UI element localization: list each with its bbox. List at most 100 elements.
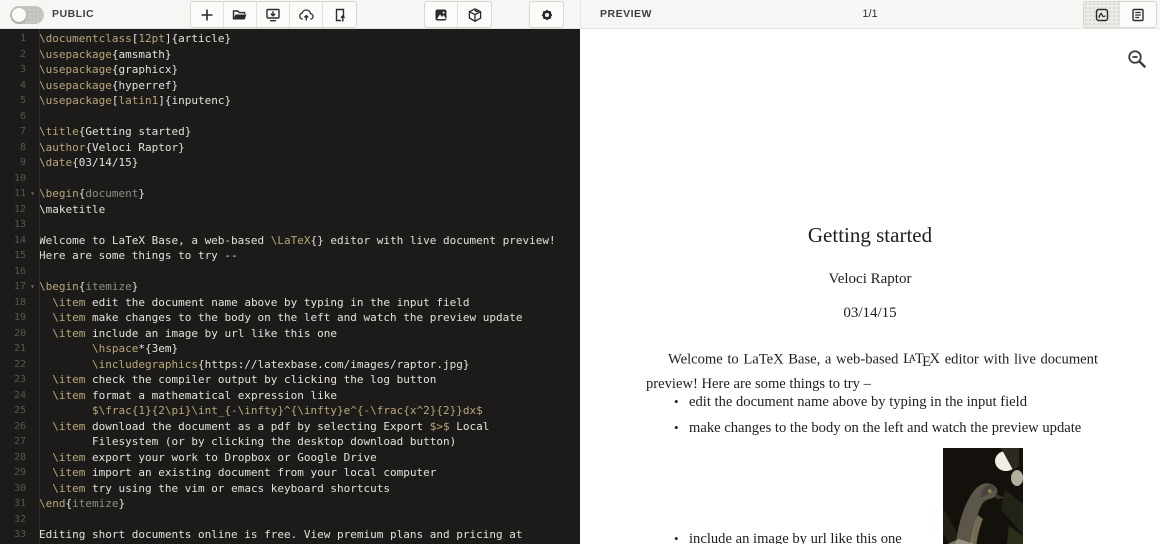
fold-gutter (26, 481, 39, 497)
zoom-out-button[interactable] (1127, 49, 1147, 69)
code-line[interactable]: 19 \item make changes to the body on the… (0, 310, 580, 326)
code-line[interactable]: 24 \item format a mathematical expressio… (0, 388, 580, 404)
cloud-export-button[interactable] (290, 2, 323, 27)
line-number: 19 (0, 310, 26, 326)
code-line[interactable]: 15Here are some things to try -- (0, 248, 580, 264)
line-number: 15 (0, 248, 26, 264)
line-number: 28 (0, 450, 26, 466)
document-actions-group (190, 1, 357, 28)
code-text: \date{03/14/15} (39, 155, 138, 171)
fold-gutter (26, 264, 39, 280)
packages-button[interactable] (458, 2, 491, 27)
code-line[interactable]: 8\author{Veloci Raptor} (0, 140, 580, 156)
code-line[interactable]: 13 (0, 217, 580, 233)
cloud-upload-icon (298, 7, 315, 23)
settings-button[interactable] (530, 2, 563, 27)
line-number: 9 (0, 155, 26, 171)
code-text: \hspace*{3em} (39, 341, 178, 357)
line-number: 27 (0, 434, 26, 450)
code-text: \author{Veloci Raptor} (39, 140, 185, 156)
code-line[interactable]: 7\title{Getting started} (0, 124, 580, 140)
code-line[interactable]: 3\usepackage{graphicx} (0, 62, 580, 78)
fold-gutter (26, 233, 39, 249)
code-line[interactable]: 14Welcome to LaTeX Base, a web-based \La… (0, 233, 580, 249)
code-lines: 1\documentclass[12pt]{article}2\usepacka… (0, 29, 580, 544)
document-title: Getting started (580, 223, 1160, 248)
code-line[interactable]: 2\usepackage{amsmath} (0, 47, 580, 63)
fold-gutter (26, 341, 39, 357)
code-editor[interactable]: 1\documentclass[12pt]{article}2\usepacka… (0, 29, 580, 544)
code-line[interactable]: 27 Filesystem (or by clicking the deskto… (0, 434, 580, 450)
code-line[interactable]: 29 \item import an existing document fro… (0, 465, 580, 481)
code-line[interactable]: 31\end{itemize} (0, 496, 580, 512)
fold-gutter (26, 512, 39, 528)
code-text: \begin{document} (39, 186, 145, 202)
code-text: \end{itemize} (39, 496, 125, 512)
line-number: 12 (0, 202, 26, 218)
code-line[interactable]: 5\usepackage[latin1]{inputenc} (0, 93, 580, 109)
line-number: 1 (0, 31, 26, 47)
public-label: PUBLIC (52, 0, 94, 29)
code-text: \item edit the document name above by ty… (39, 295, 469, 311)
public-toggle[interactable] (10, 6, 44, 24)
fold-gutter (26, 140, 39, 156)
code-text: \usepackage{hyperref} (39, 78, 178, 94)
preview-pdf-button[interactable] (1084, 2, 1120, 27)
line-number: 4 (0, 78, 26, 94)
fold-gutter (26, 217, 39, 233)
zoom-out-icon (1127, 49, 1147, 69)
code-text: \item check the compiler output by click… (39, 372, 436, 388)
code-line[interactable]: 32 (0, 512, 580, 528)
fold-gutter (26, 93, 39, 109)
preview-label: PREVIEW (600, 0, 652, 29)
code-text: \item download the document as a pdf by … (39, 419, 489, 435)
open-document-button[interactable] (224, 2, 257, 27)
code-text: \item try using the vim or emacs keyboar… (39, 481, 390, 497)
code-text: \item import an existing document from y… (39, 465, 436, 481)
code-text: \title{Getting started} (39, 124, 191, 140)
preview-log-button[interactable] (1120, 2, 1156, 27)
paragraph-text: Welcome to LaTeX Base, a web-based (668, 351, 903, 367)
import-document-button[interactable] (323, 2, 356, 27)
line-number: 11 (0, 186, 26, 202)
bullet-item: •edit the document name above by typing … (674, 394, 1027, 411)
bullet-dot: • (674, 531, 689, 544)
code-line[interactable]: 1 \documentclass[12pt]{article} (0, 31, 580, 47)
insert-image-button[interactable] (425, 2, 458, 27)
code-line[interactable]: 11▾\begin{document} (0, 186, 580, 202)
line-number: 13 (0, 217, 26, 233)
code-line[interactable]: 10 (0, 171, 580, 187)
fold-arrow-icon[interactable]: ▾ (26, 279, 39, 295)
code-line[interactable]: 23 \item check the compiler output by cl… (0, 372, 580, 388)
fold-gutter (26, 434, 39, 450)
desktop-download-button[interactable] (257, 2, 290, 27)
fold-gutter (26, 248, 39, 264)
code-line[interactable]: 16 (0, 264, 580, 280)
line-number: 22 (0, 357, 26, 373)
file-import-icon (332, 7, 348, 23)
code-line[interactable]: 17▾\begin{itemize} (0, 279, 580, 295)
fold-gutter (26, 202, 39, 218)
code-line[interactable]: 9 \date{03/14/15} (0, 155, 580, 171)
code-line[interactable]: 22 \includegraphics{https://latexbase.co… (0, 357, 580, 373)
code-line[interactable]: 30 \item try using the vim or emacs keyb… (0, 481, 580, 497)
code-line[interactable]: 33Editing short documents online is free… (0, 527, 580, 543)
line-number: 33 (0, 527, 26, 543)
code-line[interactable]: 26 \item download the document as a pdf … (0, 419, 580, 435)
fold-arrow-icon[interactable]: ▾ (26, 186, 39, 202)
code-line[interactable]: 25 $\frac{1}{2\pi}\int_{-\infty}^{\infty… (0, 403, 580, 419)
line-number: 17 (0, 279, 26, 295)
code-line[interactable]: 21 \hspace*{3em} (0, 341, 580, 357)
code-text: \documentclass[12pt]{article} (39, 31, 231, 47)
line-number: 32 (0, 512, 26, 528)
new-document-button[interactable] (191, 2, 224, 27)
line-number: 2 (0, 47, 26, 63)
code-line[interactable]: 4 \usepackage{hyperref} (0, 78, 580, 94)
toolbar-divider (580, 0, 581, 29)
code-line[interactable]: 28 \item export your work to Dropbox or … (0, 450, 580, 466)
code-line[interactable]: 20 \item include an image by url like th… (0, 326, 580, 342)
code-line[interactable]: 6 (0, 109, 580, 125)
code-line[interactable]: 12\maketitle (0, 202, 580, 218)
line-number: 25 (0, 403, 26, 419)
code-line[interactable]: 18 \item edit the document name above by… (0, 295, 580, 311)
